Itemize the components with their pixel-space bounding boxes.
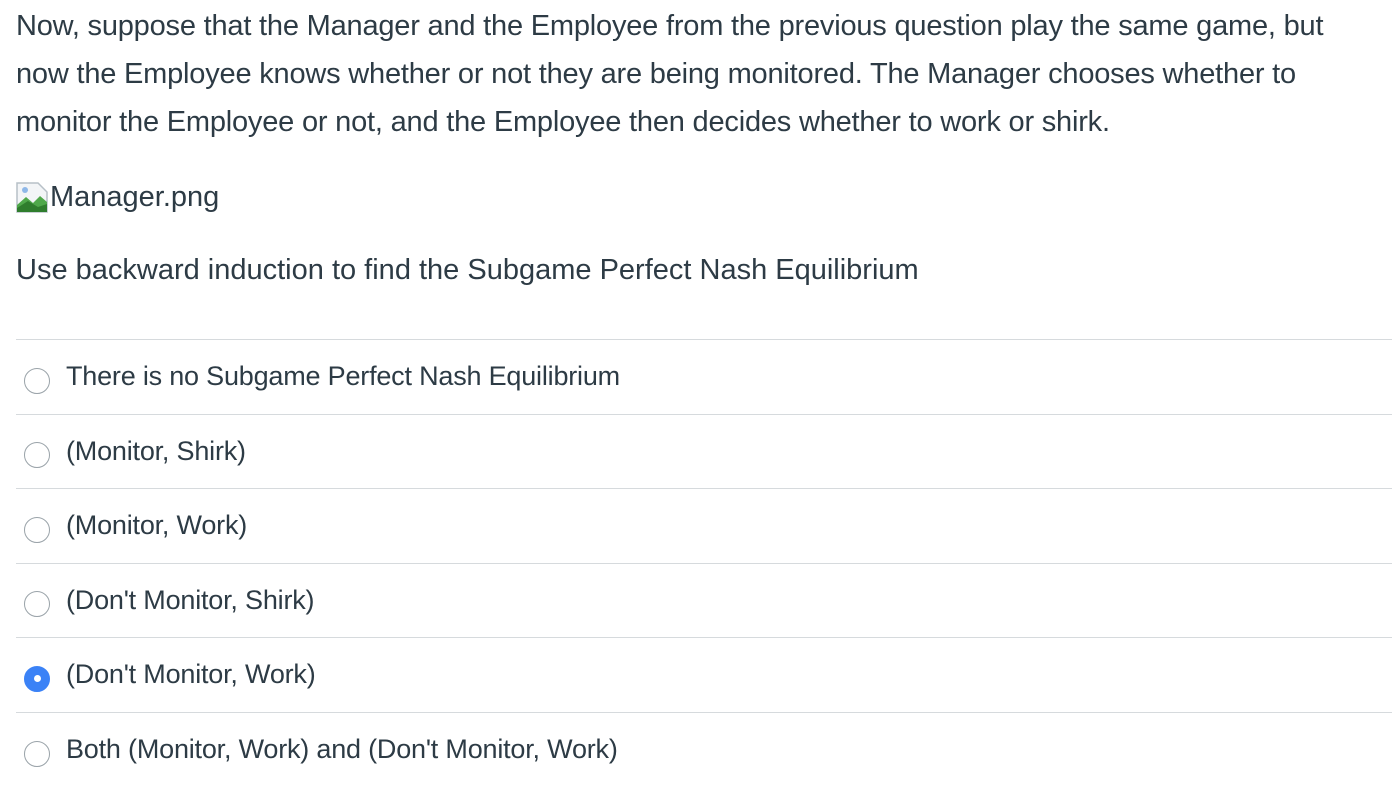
answer-option-6[interactable]: Both (Monitor, Work) and (Don't Monitor,… <box>16 713 1392 788</box>
answer-label: Both (Monitor, Work) and (Don't Monitor,… <box>66 734 618 765</box>
question-text: Now, suppose that the Manager and the Em… <box>16 10 1324 138</box>
quiz-question: Now, suppose that the Manager and the Em… <box>0 2 1392 787</box>
question-image: Manager.png <box>16 174 1376 220</box>
answer-label: There is no Subgame Perfect Nash Equilib… <box>66 361 620 392</box>
radio-button-icon[interactable] <box>24 367 50 394</box>
answer-option-4[interactable]: (Don't Monitor, Shirk) <box>16 564 1392 638</box>
answer-label: (Don't Monitor, Work) <box>66 659 316 690</box>
broken-image-icon <box>16 181 48 213</box>
image-alt-text: Manager.png <box>50 180 220 213</box>
answer-option-3[interactable]: (Monitor, Work) <box>16 489 1392 564</box>
radio-button-icon[interactable] <box>24 516 50 543</box>
radio-button-icon[interactable] <box>24 665 50 692</box>
question-prompt: Use backward induction to find the Subga… <box>16 254 919 286</box>
answer-list: There is no Subgame Perfect Nash Equilib… <box>16 339 1392 787</box>
radio-button-icon[interactable] <box>24 442 50 469</box>
answer-label: (Monitor, Shirk) <box>66 435 246 466</box>
answer-label: (Monitor, Work) <box>66 510 248 541</box>
answer-option-5[interactable]: (Don't Monitor, Work) <box>16 638 1392 713</box>
radio-button-icon[interactable] <box>24 740 50 767</box>
answer-label: (Don't Monitor, Shirk) <box>66 584 315 615</box>
answer-option-2[interactable]: (Monitor, Shirk) <box>16 415 1392 489</box>
radio-button-icon[interactable] <box>24 591 50 618</box>
answer-option-1[interactable]: There is no Subgame Perfect Nash Equilib… <box>16 340 1392 415</box>
